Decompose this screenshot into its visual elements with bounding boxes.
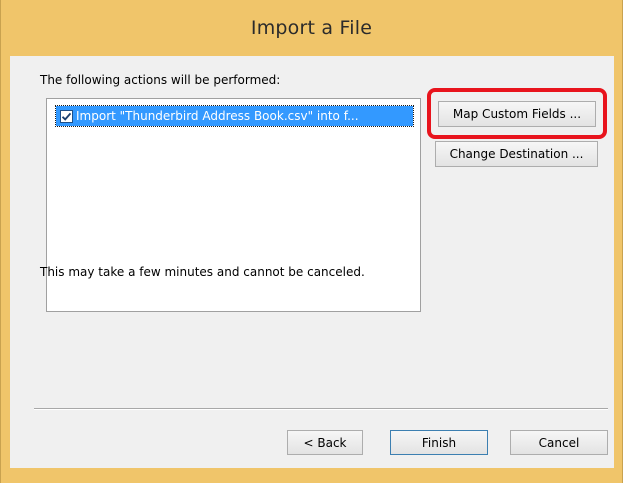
change-destination-button[interactable]: Change Destination ... xyxy=(435,141,598,167)
actions-list[interactable]: Import "Thunderbird Address Book.csv" in… xyxy=(46,98,421,312)
duration-note: This may take a few minutes and cannot b… xyxy=(40,265,365,279)
back-button[interactable]: < Back xyxy=(287,430,363,455)
highlight-box xyxy=(427,88,607,139)
checkbox-checked-icon[interactable] xyxy=(60,109,73,123)
actions-heading: The following actions will be performed: xyxy=(40,73,281,87)
cancel-label: Cancel xyxy=(538,435,580,450)
dialog-body: The following actions will be performed:… xyxy=(10,56,614,468)
import-dialog-window: Import a File The following actions will… xyxy=(0,0,623,483)
back-label: < Back xyxy=(303,435,347,450)
checkmark-icon xyxy=(61,112,72,121)
title-bar[interactable]: Import a File xyxy=(1,0,622,56)
window-title: Import a File xyxy=(250,17,373,39)
separator xyxy=(34,408,608,410)
window-bottom-border xyxy=(10,468,614,483)
action-label: Import "Thunderbird Address Book.csv" in… xyxy=(76,109,359,123)
finish-label: Finish xyxy=(421,435,457,450)
cancel-button[interactable]: Cancel xyxy=(510,430,608,455)
change-destination-label: Change Destination ... xyxy=(449,147,584,161)
finish-button[interactable]: Finish xyxy=(390,430,488,455)
list-item[interactable]: Import "Thunderbird Address Book.csv" in… xyxy=(55,105,414,127)
